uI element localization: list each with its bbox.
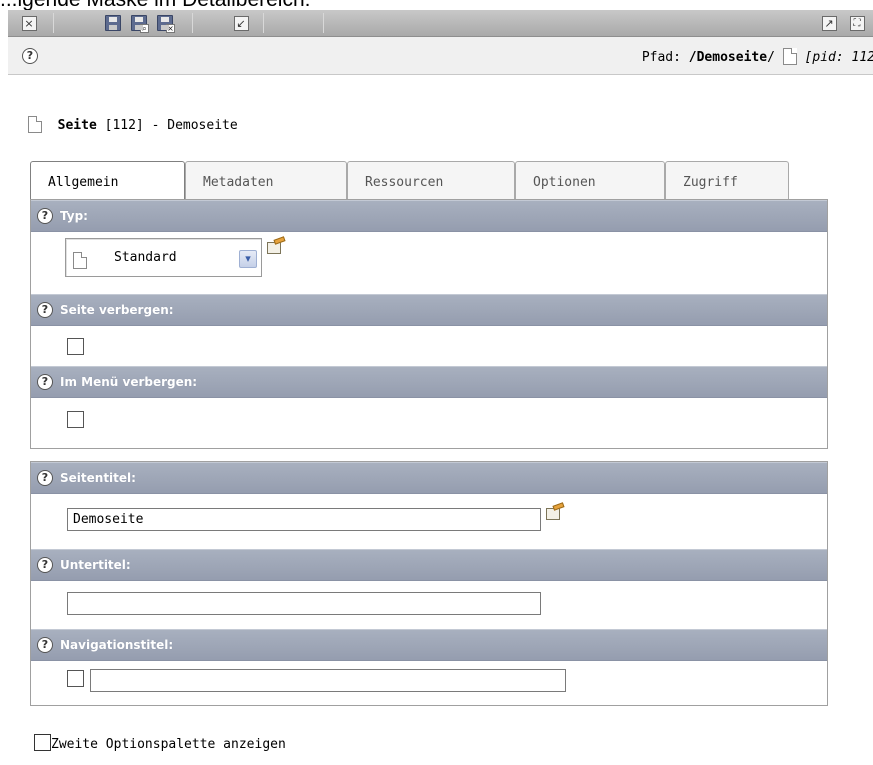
- page-title-input[interactable]: Demoseite: [67, 508, 541, 531]
- page-icon: [73, 252, 87, 269]
- docheader-toolbar: × ⌕ × ↙ ↗ ⛶: [8, 10, 873, 37]
- pid-text: [pid: 112: [804, 50, 873, 65]
- page-icon[interactable]: [782, 48, 797, 65]
- chevron-down-icon[interactable]: ▾: [239, 250, 257, 268]
- second-palette-checkbox[interactable]: [34, 734, 51, 751]
- save-view-icon[interactable]: ⌕: [130, 14, 149, 33]
- type-select-value: Standard: [114, 250, 177, 265]
- field-header-typ: ? Typ:: [31, 200, 827, 232]
- help-icon[interactable]: ?: [37, 302, 53, 318]
- field-header-navigationstitel: ? Navigationstitel:: [31, 629, 827, 661]
- field-header-untertitel: ? Untertitel:: [31, 549, 827, 581]
- palette-titles: ? Seitentitel: Demoseite ? Untertitel: ?…: [30, 461, 828, 706]
- tab-zugriff[interactable]: Zugriff: [665, 161, 789, 199]
- field-label-seite-verbergen: Seite verbergen:: [60, 303, 174, 317]
- record-type: Seite: [57, 118, 97, 133]
- field-body-typ: Standard ▾: [31, 232, 827, 294]
- field-body-im-menu-verbergen: [31, 398, 827, 448]
- field-body-navigationstitel: [31, 661, 827, 705]
- close-icon[interactable]: ×: [20, 14, 38, 32]
- type-select[interactable]: Standard ▾: [65, 238, 262, 277]
- fullscreen-icon[interactable]: ⛶: [848, 14, 866, 32]
- toolbar-separator: [263, 13, 264, 33]
- field-label-navigationstitel: Navigationstitel:: [60, 638, 174, 652]
- help-icon[interactable]: ?: [37, 470, 53, 486]
- field-body-seitentitel: Demoseite: [31, 494, 827, 549]
- field-label-untertitel: Untertitel:: [60, 558, 131, 572]
- hide-page-checkbox[interactable]: [67, 338, 84, 355]
- nav-title-input[interactable]: [90, 669, 566, 692]
- hide-in-menu-checkbox[interactable]: [67, 411, 84, 428]
- toolbar-separator: [53, 13, 54, 33]
- page-icon[interactable]: [28, 116, 42, 133]
- breadcrumb: Pfad: /Demoseite/ [pid: 112: [642, 48, 873, 65]
- help-icon[interactable]: ?: [37, 374, 53, 390]
- field-body-seite-verbergen: [31, 326, 827, 366]
- path-separator: /: [767, 50, 775, 65]
- nav-title-override-checkbox[interactable]: [67, 670, 84, 687]
- tab-ressourcen[interactable]: Ressourcen: [347, 161, 515, 199]
- field-body-untertitel: [31, 581, 827, 629]
- path-link[interactable]: /Demoseite: [689, 50, 767, 65]
- subtitle-input[interactable]: [67, 592, 541, 615]
- tab-optionen[interactable]: Optionen: [515, 161, 665, 199]
- open-new-window-icon[interactable]: ↗: [820, 14, 838, 32]
- path-bar: ? Pfad: /Demoseite/ [pid: 112: [8, 37, 873, 75]
- tab-allgemein[interactable]: Allgemein: [30, 161, 185, 201]
- toolbar-separator: [323, 13, 324, 33]
- second-palette-option: Zweite Optionspalette anzeigen: [34, 734, 286, 752]
- help-icon[interactable]: ?: [37, 557, 53, 573]
- wizard-edit-icon[interactable]: [544, 502, 565, 522]
- undo-icon[interactable]: ↙: [232, 14, 250, 32]
- field-label-im-menu-verbergen: Im Menü verbergen:: [60, 375, 198, 389]
- field-header-seitentitel: ? Seitentitel:: [31, 462, 827, 494]
- field-header-im-menu-verbergen: ? Im Menü verbergen:: [31, 366, 827, 398]
- save-icon[interactable]: [104, 14, 122, 32]
- help-icon[interactable]: ?: [37, 208, 53, 224]
- wizard-edit-icon[interactable]: [265, 236, 286, 256]
- record-title: Seite [112] - Demoseite: [28, 116, 238, 133]
- palette-general: ? Typ: Standard ▾ ? Seite verbergen: ? I…: [30, 199, 828, 449]
- path-label: Pfad:: [641, 50, 689, 65]
- save-close-icon[interactable]: ×: [156, 14, 175, 33]
- help-icon[interactable]: ?: [37, 637, 53, 653]
- field-label-seitentitel: Seitentitel:: [60, 471, 136, 485]
- backend-frame: × ⌕ × ↙ ↗ ⛶ ? Pfad: /Demoseite/ [pid: 11…: [8, 10, 873, 765]
- field-header-seite-verbergen: ? Seite verbergen:: [31, 294, 827, 326]
- second-palette-label[interactable]: Zweite Optionspalette anzeigen: [51, 737, 286, 752]
- toolbar-separator: [192, 13, 193, 33]
- record-title-suffix: - Demoseite: [151, 118, 238, 133]
- record-id: [112]: [104, 118, 144, 133]
- tab-metadaten[interactable]: Metadaten: [185, 161, 347, 199]
- field-label-typ: Typ:: [60, 209, 88, 223]
- help-icon[interactable]: ?: [22, 48, 38, 64]
